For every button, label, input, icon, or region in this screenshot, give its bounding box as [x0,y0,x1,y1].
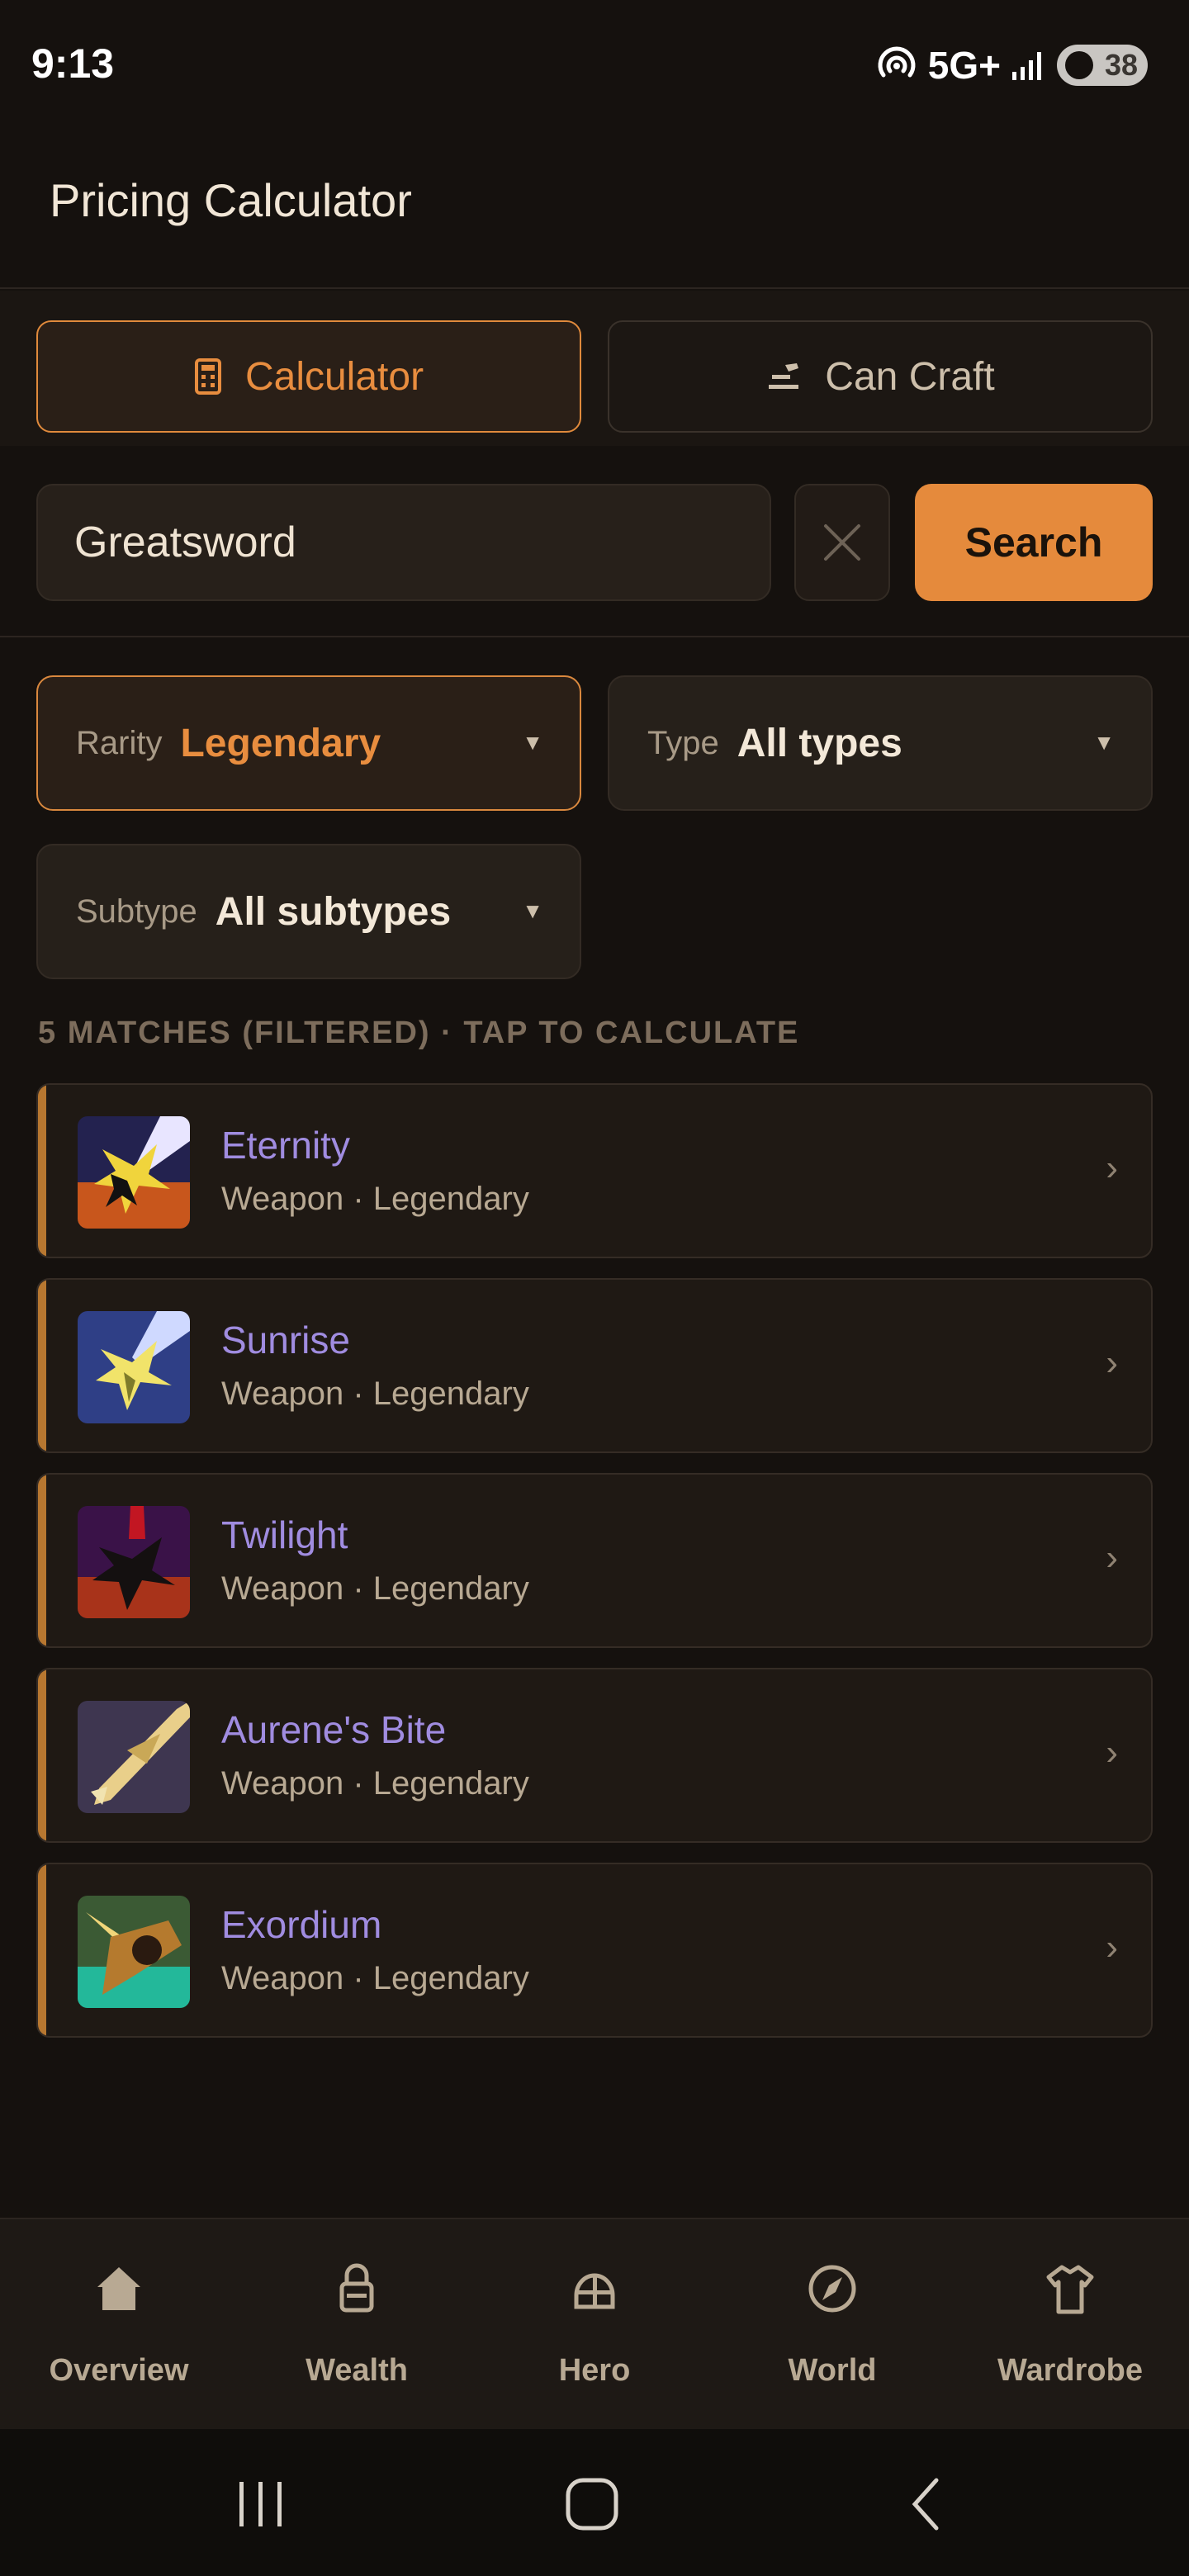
chevron-down-icon: ▼ [522,730,543,755]
item-name: Eternity [221,1124,350,1167]
status-indicators: 5G+ 38 [875,43,1148,88]
search-row: Greatsword Search [0,446,1189,637]
system-nav-bar [0,2429,1189,2576]
item-meta: Weapon · Legendary [221,1376,529,1412]
home-icon [97,2267,140,2310]
nav-label: Hero [558,2353,631,2388]
chevron-right-icon: › [1106,1537,1118,1578]
item-meta: Weapon · Legendary [221,1570,529,1607]
home-button-icon[interactable] [561,2475,623,2533]
subtype-filter[interactable]: Subtype All subtypes ▼ [36,844,581,979]
status-bar: 9:13 5G+ 38 [0,0,1189,132]
item-name: Twilight [221,1513,348,1556]
recent-apps-icon[interactable] [233,2475,289,2533]
item-meta: Weapon · Legendary [221,1181,529,1217]
status-time: 9:13 [31,40,115,87]
type-filter-value: All types [737,721,902,765]
nav-item-wealth[interactable]: Wealth [238,2219,476,2431]
chevron-right-icon: › [1106,1342,1118,1383]
tab-calculator[interactable]: Calculator [36,320,581,433]
type-filter-label: Type [647,724,719,761]
page-title: Pricing Calculator [50,174,412,226]
sunrise-thumbnail [78,1311,190,1423]
matches-caption: 5 MATCHES (FILTERED) · TAP TO CALCULATE [38,1016,800,1050]
subtype-filter-label: Subtype [76,893,197,930]
clear-search-button[interactable] [794,484,890,601]
item-name: Aurene's Bite [221,1708,447,1751]
tab-calculator-label: Calculator [244,354,424,399]
tab-can-craft[interactable]: Can Craft [608,320,1153,433]
nav-item-overview[interactable]: Overview [0,2219,238,2431]
nav-label: World [788,2353,877,2388]
result-item-exordium[interactable]: Exordium Weapon · Legendary › [36,1863,1153,2038]
hotspot-icon [878,46,916,78]
rarity-stripe [38,1864,46,2036]
hammer-icon [769,363,799,389]
rarity-stripe [38,1669,46,1841]
tab-can-craft-label: Can Craft [825,354,995,399]
nav-item-wardrobe[interactable]: Wardrobe [951,2219,1189,2431]
signal-icon [1012,52,1041,80]
item-name: Sunrise [221,1319,350,1361]
result-item-twilight[interactable]: Twilight Weapon · Legendary › [36,1473,1153,1648]
item-meta: Weapon · Legendary [221,1765,529,1802]
search-input[interactable]: Greatsword [36,484,771,601]
chevron-down-icon: ▼ [1093,730,1115,755]
type-filter[interactable]: Type All types ▼ [608,675,1153,811]
result-item-eternity[interactable]: Eternity Weapon · Legendary › [36,1083,1153,1258]
result-item-sunrise[interactable]: Sunrise Weapon · Legendary › [36,1278,1153,1453]
calculator-icon [194,358,221,395]
chevron-right-icon: › [1106,1927,1118,1968]
item-meta: Weapon · Legendary [221,1960,529,1996]
nav-item-hero[interactable]: Hero [476,2219,713,2431]
mode-toggle: Calculator Can Craft [0,291,1189,446]
search-button[interactable]: Search [915,484,1153,601]
exordium-thumbnail [78,1896,190,2008]
twilight-thumbnail [78,1506,190,1618]
shirt-icon [1046,2265,1094,2314]
nav-label: Wealth [306,2353,408,2388]
item-name: Exordium [221,1903,382,1946]
screen: 9:13 5G+ 38 Pricing Calculator Calculato… [0,0,1189,2576]
aurenes-bite-thumbnail [78,1701,190,1813]
rarity-stripe [38,1280,46,1451]
chevron-down-icon: ▼ [522,898,543,923]
compass-icon [808,2265,856,2313]
network-type: 5G+ [927,44,1001,87]
chevron-right-icon: › [1106,1148,1118,1188]
rarity-filter[interactable]: Rarity Legendary ▼ [36,675,581,811]
nav-label: Wardrobe [997,2353,1143,2388]
eternity-thumbnail [78,1116,190,1229]
app-bar: Pricing Calculator [0,132,1189,289]
rarity-stripe [38,1085,46,1257]
battery-level: 38 [1104,48,1138,82]
power-saving-icon [1065,51,1093,79]
rarity-filter-value: Legendary [180,721,381,765]
nav-item-world[interactable]: World [713,2219,951,2431]
back-icon[interactable] [903,2475,950,2533]
close-icon [824,524,860,561]
rarity-filter-label: Rarity [76,724,163,761]
rarity-stripe [38,1475,46,1646]
subtype-filter-value: All subtypes [215,889,452,934]
nav-label: Overview [49,2353,189,2388]
lock-icon [339,2263,374,2313]
battery-indicator: 38 [1057,45,1148,86]
result-item-aurenes-bite[interactable]: Aurene's Bite Weapon · Legendary › [36,1668,1153,1843]
helmet-icon [574,2273,615,2309]
chevron-right-icon: › [1106,1732,1118,1773]
bottom-nav: Overview Wealth Hero World Wardrobe [0,2218,1189,2429]
